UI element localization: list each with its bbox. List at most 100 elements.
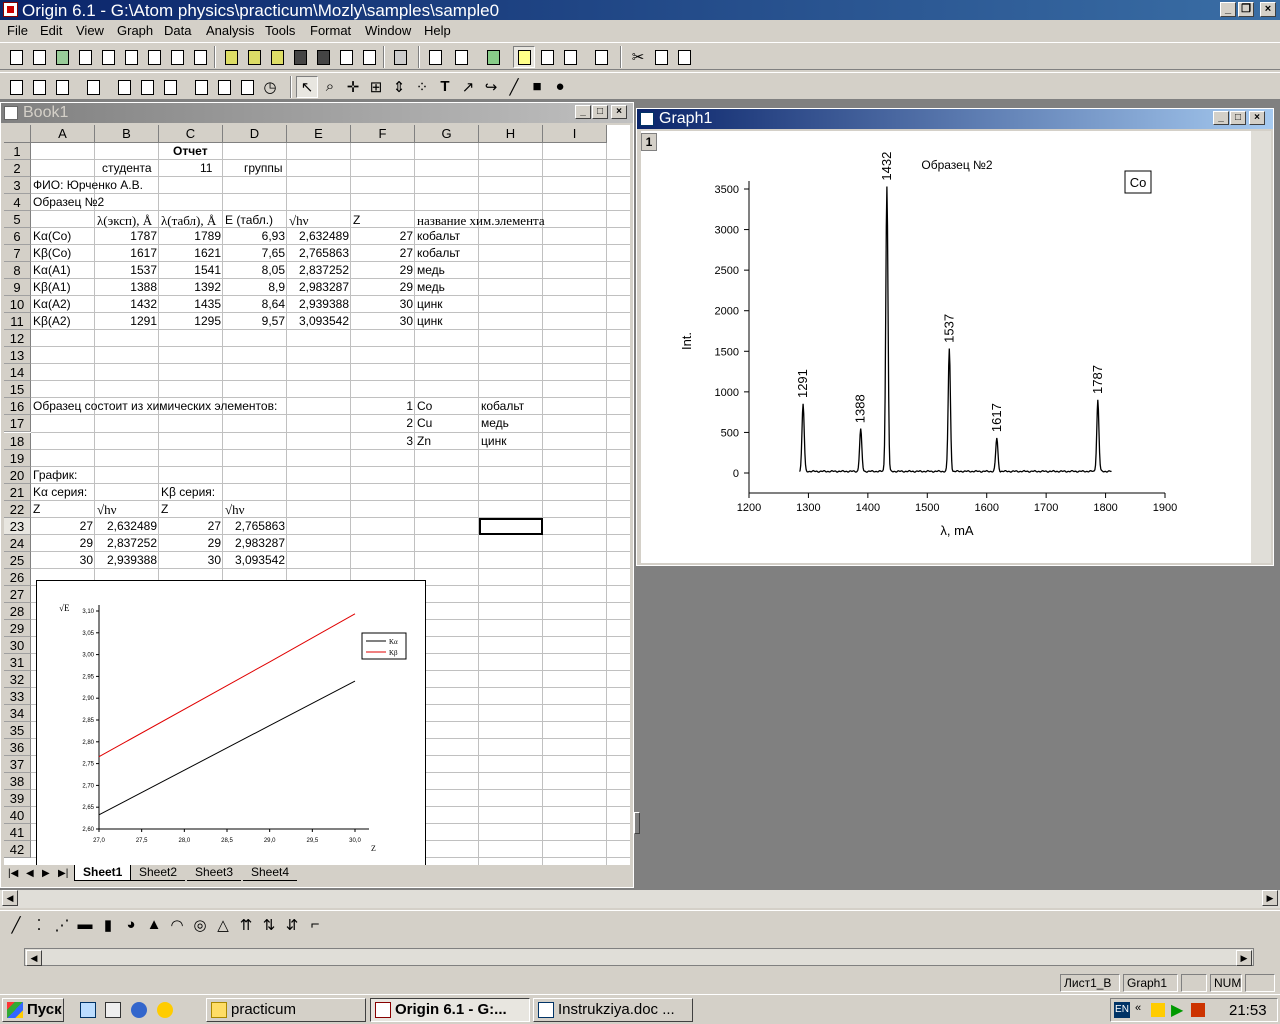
line-label-cell[interactable]: Kα(Co) — [33, 228, 71, 245]
cell[interactable]: Zn — [417, 433, 431, 450]
line-label-cell[interactable]: Kα(A2) — [33, 296, 71, 313]
new-notes-button[interactable] — [166, 46, 188, 68]
cell[interactable]: 8,05 — [225, 262, 285, 279]
arrow-tool[interactable]: ↗ — [457, 76, 479, 98]
selected-cell[interactable] — [479, 517, 543, 535]
cell[interactable]: 11 — [200, 160, 212, 177]
element-name-cell[interactable]: цинк — [417, 313, 442, 330]
graph-title-bar[interactable]: Graph1 _ □ × — [637, 109, 1273, 129]
scroll2-right-button[interactable]: ▶ — [1236, 950, 1252, 966]
row-header[interactable]: 5 — [4, 211, 31, 229]
save-window-button[interactable] — [312, 46, 334, 68]
row-header[interactable]: 37 — [4, 756, 31, 774]
column-header-c[interactable]: C — [159, 125, 223, 143]
cell[interactable]: √hν — [225, 501, 245, 518]
tray-app-icon[interactable] — [1151, 1003, 1165, 1017]
layout-3-button[interactable] — [159, 76, 181, 98]
scroll-right-button[interactable]: ▶ — [1262, 890, 1278, 906]
cell[interactable]: 30 — [33, 552, 93, 569]
column-header-g[interactable]: G — [415, 125, 479, 143]
line-symbol-plot-button[interactable]: ⋰ — [51, 914, 73, 936]
column-header-i[interactable]: I — [543, 125, 607, 143]
layer-1-tab[interactable]: 1 — [641, 133, 657, 151]
worksheet-maximize-button[interactable]: □ — [592, 105, 608, 119]
secondary-scrollbar[interactable]: ◀ ▶ — [0, 944, 1280, 972]
cell[interactable]: 30 — [353, 313, 413, 330]
row-header[interactable]: 24 — [4, 534, 31, 552]
cell[interactable]: 2,837252 — [289, 262, 349, 279]
column-header-a[interactable]: A — [31, 125, 95, 143]
row-header[interactable]: 26 — [4, 568, 31, 586]
layout-1-button[interactable] — [113, 76, 135, 98]
graph-close-button[interactable]: × — [1249, 111, 1265, 125]
tray-expand-icon[interactable]: « — [1135, 1002, 1141, 1014]
cell[interactable]: 9,57 — [225, 313, 285, 330]
cell[interactable]: Образец №2 — [33, 194, 104, 211]
data-selector-tool[interactable]: ⇕ — [388, 76, 410, 98]
cell[interactable]: 2,837252 — [97, 535, 157, 552]
rectangle-tool[interactable]: ■ — [526, 76, 548, 98]
element-name-cell[interactable]: цинк — [417, 296, 442, 313]
new-worksheet-button[interactable] — [28, 46, 50, 68]
row-header[interactable]: 38 — [4, 773, 31, 791]
row-header[interactable]: 12 — [4, 330, 31, 348]
tab-sheet3[interactable]: Sheet3 — [187, 865, 242, 881]
origin-app-icon[interactable] — [3, 2, 18, 17]
cell[interactable]: 30 — [353, 296, 413, 313]
cell[interactable]: Образец состоит из химических элементов: — [33, 398, 277, 415]
cell[interactable]: 2 — [353, 415, 413, 432]
cell[interactable]: 29 — [33, 535, 93, 552]
line-label-cell[interactable]: Kβ(A2) — [33, 313, 71, 330]
close-button[interactable]: × — [1260, 2, 1276, 17]
layout-2-button[interactable] — [136, 76, 158, 98]
menu-tools[interactable]: Tools — [265, 23, 295, 38]
row-header[interactable]: 1 — [4, 143, 31, 161]
task-word-doc[interactable]: Instrukziya.doc ... — [533, 998, 693, 1022]
cell[interactable]: 3 — [353, 433, 413, 450]
restore-button[interactable]: ❐ — [1238, 2, 1254, 17]
cell[interactable]: 6,93 — [225, 228, 285, 245]
embedded-moseley-graph[interactable]: 2,60 2,65 2,70 2,75 2,80 2,85 2,90 2,95 3,00 3,05… — [36, 579, 426, 865]
row-header[interactable]: 13 — [4, 347, 31, 365]
cell[interactable]: 27 — [33, 518, 93, 535]
menu-window[interactable]: Window — [365, 23, 411, 38]
row-header[interactable]: 30 — [4, 636, 31, 654]
graph-minimize-button[interactable]: _ — [1213, 111, 1229, 125]
scatter-plot-button[interactable]: ⁚ — [28, 914, 50, 936]
row-header[interactable]: 7 — [4, 245, 31, 263]
polar-plot-button[interactable]: ◎ — [189, 914, 211, 936]
worksheet-title-bar[interactable]: Book1 _ □ × — [1, 103, 633, 123]
scroll2-left-button[interactable]: ◀ — [26, 950, 42, 966]
cell[interactable]: студента — [102, 160, 152, 177]
bar-stack-plot-button[interactable]: ▮ — [97, 914, 119, 936]
cell[interactable]: 2,939388 — [289, 296, 349, 313]
project-explorer-button[interactable] — [482, 46, 504, 68]
element-name-cell[interactable]: кобальт — [417, 245, 460, 262]
new-matrix-button[interactable] — [97, 46, 119, 68]
data-reader-tool[interactable]: ⊞ — [365, 76, 387, 98]
task-origin[interactable]: Origin 6.1 - G:... — [370, 998, 530, 1022]
minimize-button[interactable]: _ — [1220, 2, 1236, 17]
cell[interactable]: Co — [417, 398, 432, 415]
scroll-left-button[interactable]: ◀ — [2, 890, 18, 906]
prev-sheet-button[interactable]: ◀ — [26, 868, 34, 879]
import-ascii-button[interactable] — [335, 46, 357, 68]
row-header[interactable]: 34 — [4, 704, 31, 722]
play-icon[interactable]: ▶ — [1171, 1000, 1183, 1020]
cell[interactable]: цинк — [481, 433, 506, 450]
cell[interactable]: 1435 — [161, 296, 221, 313]
cell[interactable]: 1388 — [97, 279, 157, 296]
cell[interactable]: 27 — [161, 518, 221, 535]
cut-button[interactable]: ✂ — [627, 46, 649, 68]
zoom-in-button[interactable] — [5, 76, 27, 98]
row-header[interactable]: 20 — [4, 466, 31, 484]
cell[interactable]: 29 — [353, 279, 413, 296]
cell[interactable]: 7,65 — [225, 245, 285, 262]
pointer-tool[interactable]: ↖ — [296, 76, 318, 98]
import-multiple-button[interactable] — [358, 46, 380, 68]
row-header[interactable]: 18 — [4, 432, 31, 450]
language-indicator[interactable]: EN — [1114, 1002, 1130, 1018]
curved-arrow-tool[interactable]: ↪ — [480, 76, 502, 98]
cell[interactable]: 27 — [353, 245, 413, 262]
menu-analysis[interactable]: Analysis — [206, 23, 254, 38]
